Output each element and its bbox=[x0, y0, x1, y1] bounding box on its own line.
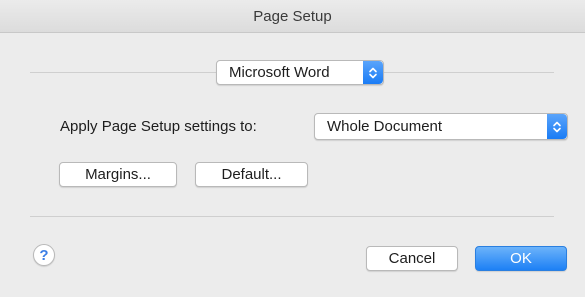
window-title: Page Setup bbox=[253, 7, 332, 25]
help-button[interactable]: ? bbox=[33, 244, 55, 266]
apply-settings-label: Apply Page Setup settings to: bbox=[60, 118, 257, 135]
cancel-button[interactable]: Cancel bbox=[366, 246, 458, 271]
margins-button[interactable]: Margins... bbox=[59, 162, 177, 187]
apply-settings-popup[interactable]: Whole Document bbox=[314, 113, 568, 140]
up-down-chevron-icon bbox=[547, 114, 567, 139]
title-bar: Page Setup bbox=[0, 0, 585, 33]
up-down-chevron-icon bbox=[363, 61, 383, 84]
question-mark-icon: ? bbox=[39, 246, 49, 264]
default-button[interactable]: Default... bbox=[195, 162, 308, 187]
divider-top-right bbox=[384, 72, 554, 73]
divider-bottom bbox=[30, 216, 554, 217]
apply-settings-popup-value: Whole Document bbox=[327, 118, 443, 135]
application-popup-value: Microsoft Word bbox=[229, 64, 330, 81]
application-popup[interactable]: Microsoft Word bbox=[216, 60, 384, 85]
page-setup-dialog: Page Setup Microsoft Word Apply Page Set… bbox=[0, 0, 585, 297]
ok-button[interactable]: OK bbox=[475, 246, 567, 271]
divider-top-left bbox=[30, 72, 216, 73]
